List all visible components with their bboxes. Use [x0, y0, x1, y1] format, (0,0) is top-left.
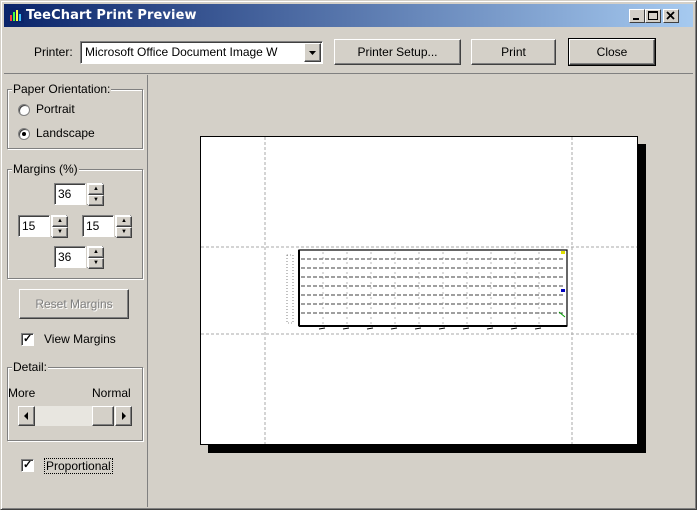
view-margins-label[interactable]: View Margins [44, 332, 116, 346]
margin-bottom-value: 36 [58, 250, 72, 264]
printer-select-value: Microsoft Office Document Image W [85, 45, 278, 59]
scroll-right-button[interactable] [115, 406, 132, 426]
margin-right-field[interactable]: 15 [82, 215, 114, 237]
margin-left-value: 15 [22, 219, 36, 233]
margin-bottom-field[interactable]: 36 [54, 246, 86, 268]
margin-right-spinner[interactable]: ▲ ▼ [115, 215, 132, 238]
detail-more-label: More [8, 386, 36, 400]
detail-group-label: Detail: [12, 360, 49, 374]
close-icon [666, 11, 675, 20]
reset-margins-button[interactable]: Reset Margins [19, 289, 129, 319]
printer-label: Printer: [34, 45, 73, 59]
detail-group: Detail: More Normal [7, 360, 143, 441]
margin-left-spinner[interactable]: ▲ ▼ [51, 215, 68, 238]
chart-thumbnail [286, 249, 568, 330]
window-title: TeeChart Print Preview [26, 8, 197, 23]
printer-dropdown-button[interactable] [304, 43, 321, 62]
printer-select[interactable]: Microsoft Office Document Image W [80, 41, 323, 64]
margins-group: Margins (%) 36 ▲ ▼ 15 ▲ ▼ 15 ▲ ▼ 36 ▲ ▼ [7, 162, 143, 279]
teechart-app-icon [8, 8, 24, 23]
arrow-right-icon [122, 412, 126, 420]
view-margins-checkbox[interactable]: ✓ [21, 333, 34, 346]
printer-setup-button[interactable]: Printer Setup... [334, 39, 461, 65]
margin-right-value: 15 [86, 219, 100, 233]
close-button[interactable]: Close [568, 38, 656, 66]
margin-top-spinner[interactable]: ▲ ▼ [87, 183, 104, 206]
margins-group-label: Margins (%) [12, 162, 79, 176]
minimize-icon [633, 18, 639, 20]
title-bar[interactable]: TeeChart Print Preview [4, 4, 693, 27]
orientation-group: Paper Orientation: Portrait Landscape [7, 82, 143, 149]
page-preview[interactable] [200, 136, 638, 445]
page-content [201, 137, 637, 444]
options-panel: Paper Orientation: Portrait Landscape Ma… [4, 75, 148, 507]
landscape-radio[interactable] [18, 128, 30, 140]
maximize-button[interactable] [645, 9, 661, 23]
toolbar: Printer: Microsoft Office Document Image… [4, 29, 693, 74]
detail-slider[interactable] [18, 406, 132, 426]
chevron-down-icon [309, 51, 316, 55]
orientation-group-label: Paper Orientation: [12, 82, 112, 96]
detail-slider-thumb[interactable] [92, 406, 114, 426]
detail-normal-label: Normal [92, 386, 131, 400]
margin-bottom-spinner[interactable]: ▲ ▼ [87, 246, 104, 269]
arrow-left-icon [24, 412, 28, 420]
scroll-left-button[interactable] [18, 406, 35, 426]
proportional-label[interactable]: Proportional [44, 458, 113, 474]
proportional-checkbox[interactable]: ✓ [21, 459, 34, 472]
margin-top-field[interactable]: 36 [54, 183, 86, 205]
margin-top-value: 36 [58, 187, 72, 201]
minimize-button[interactable] [629, 9, 645, 23]
margin-left-field[interactable]: 15 [18, 215, 50, 237]
portrait-radio[interactable] [18, 104, 30, 116]
maximize-icon [648, 11, 658, 20]
portrait-label[interactable]: Portrait [36, 102, 75, 116]
close-window-button[interactable] [663, 9, 679, 23]
landscape-label[interactable]: Landscape [36, 126, 95, 140]
print-button[interactable]: Print [471, 39, 556, 65]
